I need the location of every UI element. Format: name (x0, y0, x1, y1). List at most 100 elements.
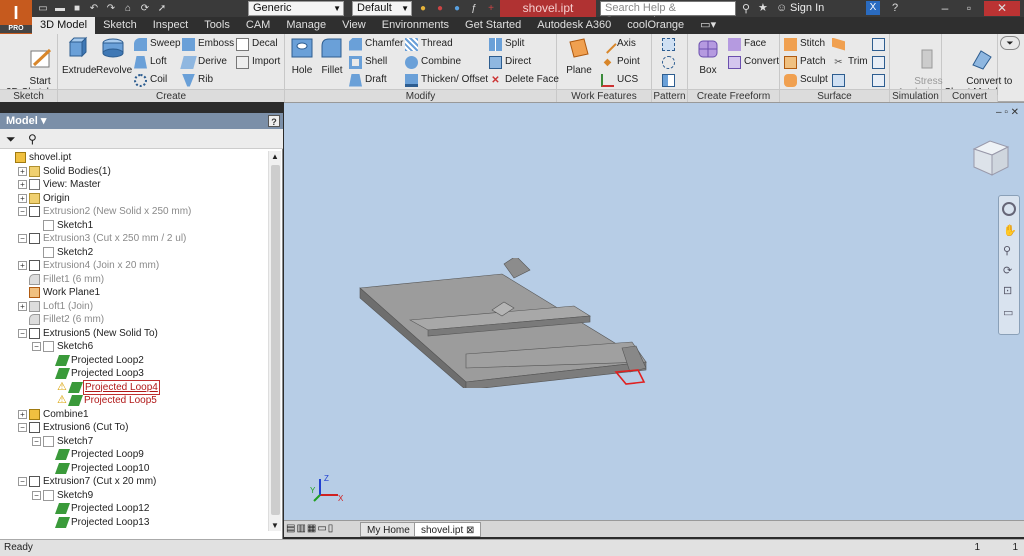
tab-layout-icons[interactable]: ▤▥▦▭▯ (286, 523, 334, 534)
point-button[interactable]: ◆ Point (601, 54, 640, 70)
shell-button[interactable]: Shell (349, 54, 387, 70)
tree-item[interactable]: − Sketch7 (32, 435, 94, 448)
tab-autodesk-a360[interactable]: Autodesk A360 (529, 17, 619, 34)
chamfer-button[interactable]: Chamfer (349, 36, 403, 52)
browser-help-icon[interactable]: ? (268, 115, 280, 127)
delete-face-button[interactable]: ✕ Delete Face (489, 72, 559, 88)
tree-item[interactable]: + View: Master (18, 178, 102, 191)
tab-get-started[interactable]: Get Started (457, 17, 529, 34)
graphics-viewport[interactable]: – ▫ ✕ ✋ ⚲ ⟳ ⊡ ▭ X Z Y (284, 102, 1024, 520)
sculpt-button[interactable]: Sculpt (784, 72, 828, 88)
tree-item[interactable]: Projected Loop2 (46, 354, 145, 367)
expand-icon[interactable]: + (18, 180, 27, 189)
fx-icon[interactable]: ƒ (467, 2, 481, 15)
tree-item[interactable]: − Extrusion2 (New Solid x 250 mm) (18, 205, 192, 218)
tree-item[interactable]: Projected Loop9 (46, 448, 145, 461)
collapse-icon[interactable]: − (32, 490, 41, 500)
tab-inspect[interactable]: Inspect (145, 17, 196, 34)
tree-item[interactable]: Sketch2 (32, 246, 94, 259)
collapse-icon[interactable]: − (32, 342, 41, 351)
decal-button[interactable]: Decal (236, 36, 278, 52)
zoom-icon[interactable]: ⚲ (1003, 244, 1011, 257)
open-folder-icon[interactable]: ▬ (53, 2, 67, 15)
fit-mesh-button[interactable] (872, 72, 885, 88)
navbar-options-icon[interactable]: ▭ (1003, 306, 1013, 319)
scroll-thumb[interactable] (271, 165, 280, 515)
hole-button[interactable]: Hole (287, 36, 317, 76)
autodesk-exchange-icon[interactable]: X (866, 1, 880, 15)
freeform-convert-button[interactable]: Convert (728, 54, 779, 70)
tree-item[interactable]: − Extrusion6 (Cut To) (18, 421, 129, 434)
tree-item[interactable]: Projected Loop3 (46, 367, 145, 380)
split-button[interactable]: Split (489, 36, 524, 52)
star-icon[interactable]: ★ (758, 1, 768, 14)
tree-item[interactable]: + Loft1 (Join) (18, 300, 94, 313)
replace-face-button[interactable] (872, 36, 885, 52)
trim-button[interactable]: ✂ Trim (832, 54, 867, 70)
collapse-icon[interactable]: − (32, 436, 41, 446)
app-logo[interactable]: I PRO (0, 0, 32, 34)
tree-item[interactable]: − Extrusion5 (New Solid To) (18, 327, 159, 340)
tree-item[interactable]: + Solid Bodies(1) (18, 165, 112, 178)
steering-wheel-icon[interactable] (1002, 202, 1016, 216)
expand-icon[interactable]: + (18, 193, 27, 203)
material-select[interactable]: Generic ▼ (248, 1, 344, 16)
expand-icon[interactable]: + (18, 261, 27, 270)
collapse-icon[interactable]: − (18, 207, 27, 216)
tree-item[interactable]: − Extrusion7 (Cut x 20 mm) (18, 475, 157, 488)
import-button[interactable]: Import (236, 54, 280, 70)
collapse-icon[interactable]: − (18, 234, 27, 243)
stitch-button[interactable]: Stitch (784, 36, 825, 52)
update-icon[interactable]: ⟳ (138, 2, 152, 15)
tab-tools[interactable]: Tools (196, 17, 238, 34)
viewport-window-controls[interactable]: – ▫ ✕ (996, 107, 1019, 118)
plane-button[interactable]: Plane (561, 36, 597, 76)
sweep-button[interactable]: Sweep (134, 36, 181, 52)
shovel-model[interactable] (354, 258, 654, 388)
pan-icon[interactable]: ✋ (1003, 224, 1017, 237)
clear-appearance-icon[interactable]: ● (433, 2, 447, 15)
tab-manage[interactable]: Manage (278, 17, 334, 34)
loft-button[interactable]: Loft (134, 54, 167, 70)
ribbon-menu-button[interactable]: ⏷ (1000, 36, 1020, 50)
help-search-input[interactable]: Search Help & Commands... (600, 1, 736, 27)
revolve-button[interactable]: Revolve (96, 36, 132, 76)
tree-item[interactable]: Projected Loop12 (46, 502, 150, 515)
tab-environments[interactable]: Environments (374, 17, 457, 34)
sign-in-link[interactable]: Sign In (790, 2, 824, 14)
browser-header[interactable]: Model ▾? (0, 113, 283, 129)
redo-icon[interactable]: ↷ (104, 2, 118, 15)
combine-button[interactable]: Combine (405, 54, 461, 70)
tree-item[interactable]: Projected Loop10 (46, 462, 150, 475)
orbit-icon[interactable]: ⟳ (1003, 264, 1012, 277)
tree-item[interactable]: shovel.ipt (4, 151, 72, 164)
emboss-button[interactable]: Emboss (182, 36, 234, 52)
home-icon[interactable]: ⌂ (121, 2, 135, 15)
tree-item[interactable]: Work Plane1 (18, 286, 101, 299)
freeform-face-button[interactable]: Face (728, 36, 766, 52)
ribbon-options-icon[interactable]: ▭▾ (692, 17, 724, 34)
color-override-icon[interactable]: ● (416, 2, 430, 15)
close-button[interactable]: ✕ (984, 1, 1020, 16)
close-tab-icon[interactable]: ⊠ (466, 525, 474, 536)
expand-icon[interactable]: + (18, 409, 27, 419)
rectangular-pattern-button[interactable] (662, 36, 675, 52)
expand-icon[interactable]: + (18, 166, 27, 176)
tab-shovel-ipt[interactable]: shovel.ipt ⊠ (414, 522, 482, 537)
browser-scrollbar[interactable]: ▲ ▼ (268, 151, 281, 531)
coil-button[interactable]: Coil (134, 72, 167, 88)
adjust-icon[interactable]: ● (450, 2, 464, 15)
tree-item[interactable]: − Sketch9 (32, 489, 94, 502)
extrude-button[interactable]: Extrude (62, 36, 96, 76)
tab-coolorange[interactable]: coolOrange (619, 17, 692, 34)
binoculars-icon[interactable]: ⚲ (742, 2, 750, 15)
filter-icon[interactable]: ⏷ (6, 132, 16, 147)
binoculars-icon[interactable]: ⚲ (28, 132, 37, 146)
collapse-icon[interactable]: − (18, 328, 27, 338)
scroll-down-icon[interactable]: ▼ (271, 521, 279, 530)
help-icon[interactable]: ? (892, 2, 898, 14)
tab-cam[interactable]: CAM (238, 17, 278, 34)
tree-item[interactable]: − Extrusion3 (Cut x 250 mm / 2 ul) (18, 232, 187, 245)
collapse-icon[interactable]: − (18, 477, 27, 486)
mirror-button[interactable] (662, 72, 675, 88)
